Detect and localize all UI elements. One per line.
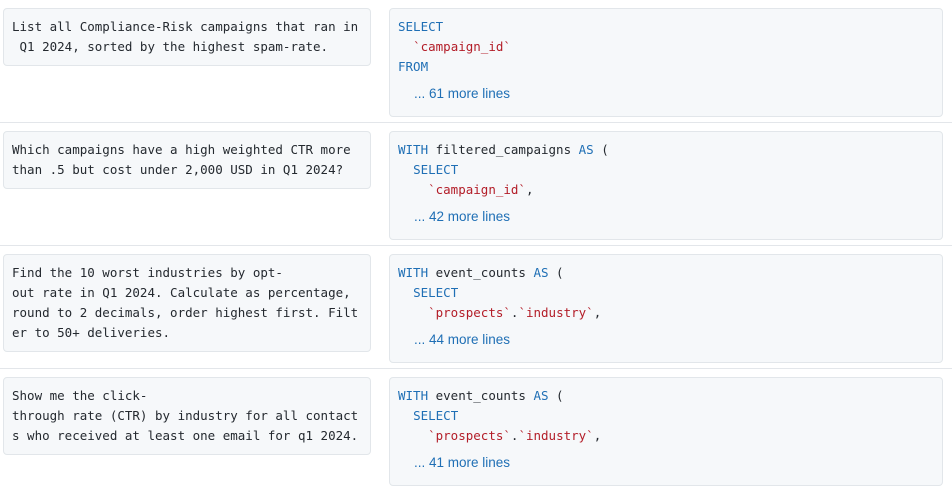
code-token: FROM: [398, 59, 429, 74]
code-token: `campaign_id`: [428, 182, 526, 197]
more-lines-link[interactable]: ... 41 more lines: [414, 453, 934, 473]
code-token: WITH: [398, 388, 429, 403]
code-line: WITH event_counts AS (: [398, 386, 934, 406]
code-line: `prospects`.`industry`,: [398, 303, 934, 323]
sql-code-block: WITH event_counts AS ( SELECT `prospects…: [389, 254, 943, 363]
code-line: SELECT: [398, 17, 934, 37]
query-row: List all Compliance-Risk campaigns that …: [0, 0, 952, 123]
code-line: WITH event_counts AS (: [398, 263, 934, 283]
query-row: Which campaigns have a high weighted CTR…: [0, 123, 952, 246]
code-token: `prospects`: [428, 428, 511, 443]
more-lines-link[interactable]: ... 44 more lines: [414, 330, 934, 350]
sql-code-block: WITH event_counts AS ( SELECT `prospects…: [389, 377, 943, 486]
prompt-text: Which campaigns have a high weighted CTR…: [3, 131, 371, 189]
code-token: WITH: [398, 142, 429, 157]
prompt-text: Find the 10 worst industries by opt- out…: [3, 254, 371, 352]
code-line: `prospects`.`industry`,: [398, 426, 934, 446]
code-token: `campaign_id`: [413, 39, 511, 54]
code-token: AS: [533, 388, 549, 403]
sql-code-block: SELECT `campaign_id` FROM ... 61 more li…: [389, 8, 943, 117]
code-token: AS: [533, 265, 549, 280]
code-token: ,: [525, 182, 534, 197]
code-token: SELECT: [413, 285, 459, 300]
code-token: event_counts: [428, 388, 534, 403]
sql-code-block: WITH filtered_campaigns AS ( SELECT `cam…: [389, 131, 943, 240]
code-line: `campaign_id`,: [398, 180, 934, 200]
query-row: Show me the click- through rate (CTR) by…: [0, 369, 952, 492]
code-line: SELECT: [398, 160, 934, 180]
code-token: (: [548, 265, 564, 280]
code-line: `campaign_id`: [398, 37, 934, 57]
code-line: SELECT: [398, 406, 934, 426]
more-lines-link[interactable]: ... 61 more lines: [414, 84, 934, 104]
more-lines-link[interactable]: ... 42 more lines: [414, 207, 934, 227]
code-line: SELECT: [398, 283, 934, 303]
code-token: filtered_campaigns: [428, 142, 579, 157]
prompt-text: Show me the click- through rate (CTR) by…: [3, 377, 371, 455]
code-token: `industry`: [518, 428, 594, 443]
code-token: SELECT: [413, 162, 459, 177]
code-token: SELECT: [413, 408, 459, 423]
code-token: event_counts: [428, 265, 534, 280]
code-token: WITH: [398, 265, 429, 280]
code-line: FROM: [398, 57, 934, 77]
query-row: Find the 10 worst industries by opt- out…: [0, 246, 952, 369]
code-token: SELECT: [398, 19, 444, 34]
code-token: AS: [578, 142, 594, 157]
code-token: `industry`: [518, 305, 594, 320]
code-token: (: [593, 142, 609, 157]
code-token: `prospects`: [428, 305, 511, 320]
code-token: ,: [593, 305, 602, 320]
prompt-text: List all Compliance-Risk campaigns that …: [3, 8, 371, 66]
code-token: (: [548, 388, 564, 403]
code-line: WITH filtered_campaigns AS (: [398, 140, 934, 160]
code-token: ,: [593, 428, 602, 443]
